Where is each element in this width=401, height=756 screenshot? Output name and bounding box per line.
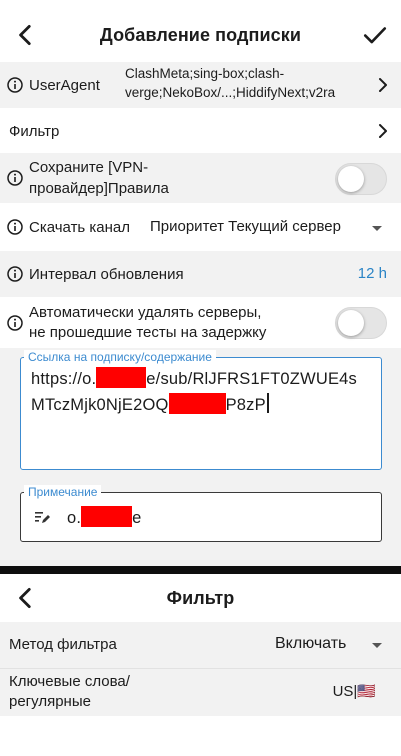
keywords-label-line1: Ключевые слова/ xyxy=(9,673,130,690)
filter-method-row: Метод фильтра Включать xyxy=(0,622,401,668)
filter-page-title: Фильтр xyxy=(166,587,235,608)
save-rules-label: Сохраните [VPN- провайдер]Правила xyxy=(29,157,169,199)
user-agent-row[interactable]: UserAgent ClashMeta;sing-box;clash- verg… xyxy=(0,62,401,108)
subscription-link-text[interactable]: https://o. e/sub/RlJFRS1FT0ZWUE4s MTczMjk… xyxy=(31,367,376,416)
filter-method-label: Метод фильтра xyxy=(9,636,117,653)
update-interval-value[interactable]: 12 h xyxy=(358,265,387,282)
info-icon[interactable] xyxy=(7,77,23,93)
subscription-link-line1: https://o. e/sub/RlJFRS1FT0ZWUE4s xyxy=(31,367,376,390)
filter-row[interactable]: Фильтр xyxy=(0,110,401,152)
link-line1-end: e/sub/RlJFRS1FT0ZWUE4s xyxy=(146,370,357,388)
subscription-link-legend: Ссылка на подписку/содержание xyxy=(24,350,216,364)
update-interval-label: Интервал обновления xyxy=(29,265,184,283)
chevron-right-icon xyxy=(379,78,387,92)
dropdown-arrow-icon[interactable] xyxy=(372,643,382,648)
link-line2-end: P8zP xyxy=(225,396,266,414)
confirm-button[interactable] xyxy=(349,9,401,61)
redaction-block xyxy=(168,393,226,414)
text-cursor xyxy=(266,393,269,413)
link-line1-start: https://o. xyxy=(31,370,97,388)
redaction-block xyxy=(81,506,133,527)
update-interval-row[interactable]: Интервал обновления 12 h xyxy=(0,251,401,297)
info-icon[interactable] xyxy=(7,170,23,186)
user-agent-label: UserAgent xyxy=(29,76,100,94)
keywords-label: Ключевые слова/ регулярные xyxy=(9,672,130,712)
edit-note-icon xyxy=(35,512,50,523)
add-subscription-screen: Добавление подписки UserAgent ClashMeta;… xyxy=(0,0,401,566)
filter-screen: Фильтр Метод фильтра Включать Ключевые с… xyxy=(0,574,401,756)
filter-top-app-bar: Фильтр xyxy=(0,576,401,620)
keywords-row[interactable]: Ключевые слова/ регулярные US|🇺🇸 xyxy=(0,669,401,716)
auto-delete-label-line2: не прошедшие тесты на задержку xyxy=(29,324,267,341)
filter-label: Фильтр xyxy=(9,122,60,140)
auto-delete-row: Автоматически удалять серверы, не прошед… xyxy=(0,298,401,348)
back-button[interactable] xyxy=(0,9,52,61)
note-text-start: o. xyxy=(67,509,82,527)
toggle-knob xyxy=(338,166,364,192)
user-agent-value-line1: ClashMeta;sing-box;clash- xyxy=(125,66,285,81)
save-rules-row: Сохраните [VPN- провайдер]Правила xyxy=(0,153,401,203)
note-legend: Примечание xyxy=(24,485,102,499)
subscription-link-line2: MTczMjk0NjE2OQ P8zP xyxy=(31,393,376,416)
auto-delete-label-line1: Автоматически удалять серверы, xyxy=(29,304,262,321)
save-rules-label-line1: Сохраните [VPN- xyxy=(29,159,149,176)
save-rules-label-line2: провайдер]Правила xyxy=(29,180,169,197)
keywords-value[interactable]: US|🇺🇸 xyxy=(333,682,376,700)
download-channel-row: Скачать канал Приоритет Текущий сервер xyxy=(0,205,401,249)
note-text-end: e xyxy=(132,509,142,527)
toggle-knob xyxy=(338,310,364,336)
info-icon[interactable] xyxy=(7,315,23,331)
back-arrow-icon xyxy=(19,24,31,46)
info-icon[interactable] xyxy=(7,219,23,235)
link-line2-start: MTczMjk0NjE2OQ xyxy=(31,396,169,414)
checkmark-icon xyxy=(363,27,387,44)
user-agent-value: ClashMeta;sing-box;clash- verge;NekoBox/… xyxy=(125,64,380,102)
save-rules-toggle[interactable] xyxy=(335,163,387,195)
dropdown-arrow-icon[interactable] xyxy=(372,226,382,231)
redaction-block xyxy=(96,367,147,388)
auto-delete-label: Автоматически удалять серверы, не прошед… xyxy=(29,303,266,343)
filter-method-dropdown[interactable]: Включать xyxy=(275,635,346,653)
top-app-bar: Добавление подписки xyxy=(0,2,401,68)
screen-divider xyxy=(0,566,401,574)
download-channel-label: Скачать канал xyxy=(29,218,131,236)
auto-delete-toggle[interactable] xyxy=(335,307,387,339)
filter-back-button[interactable] xyxy=(0,572,52,624)
info-icon[interactable] xyxy=(7,266,23,282)
page-title: Добавление подписки xyxy=(99,24,302,45)
download-channel-dropdown[interactable]: Приоритет Текущий сервер xyxy=(150,218,341,235)
note-text[interactable]: o. e xyxy=(67,506,142,529)
chevron-right-icon xyxy=(379,124,387,138)
back-arrow-icon xyxy=(19,587,31,609)
user-agent-value-line2: verge;NekoBox/...;HiddifyNext;v2ra xyxy=(125,85,336,100)
keywords-label-line2: регулярные xyxy=(9,693,91,710)
